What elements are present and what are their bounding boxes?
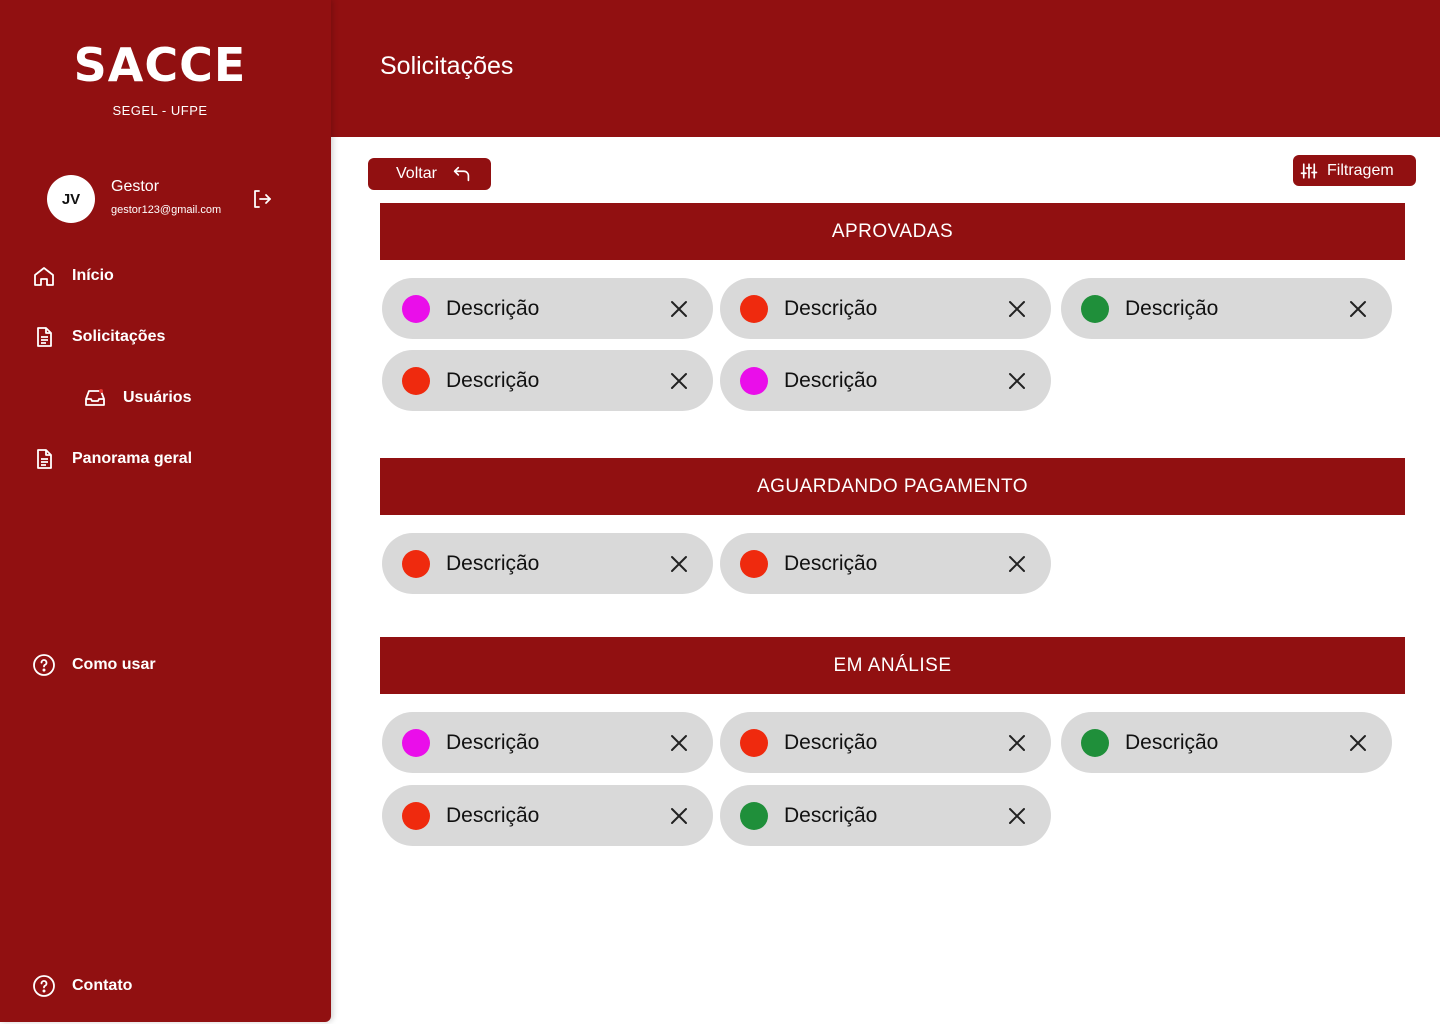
request-item[interactable]: Descrição [382,533,713,594]
status-dot [740,294,768,323]
request-description: Descrição [784,551,878,575]
request-description: Descrição [446,368,540,392]
close-icon[interactable] [1348,733,1368,753]
request-description: Descrição [784,368,878,392]
close-icon[interactable] [1007,371,1027,391]
sidebar-item-como-usar[interactable]: Como usar [32,653,156,677]
request-description: Descrição [446,551,540,575]
status-dot [740,728,768,757]
request-description: Descrição [784,296,878,320]
status-dot [1081,728,1109,757]
sidebar-item-contato[interactable]: Contato [32,974,132,998]
section-header-em-analise: EM ANÁLISE [380,637,1405,694]
status-dot [402,294,430,323]
close-icon[interactable] [669,733,689,753]
close-icon[interactable] [1007,299,1027,319]
document-icon [37,449,52,469]
status-dot [402,801,430,830]
inbox-icon [85,389,105,406]
request-description: Descrição [446,803,540,827]
sliders-icon [1300,162,1318,179]
request-item[interactable]: Descrição [382,350,713,411]
return-arrow-icon [453,166,470,182]
page-title: Solicitações [380,52,514,80]
sidebar-item-usuarios[interactable]: Usuários [83,386,191,410]
app-subtitle: SEGEL - UFPE [112,103,208,118]
status-dot [402,549,430,578]
back-button-label: Voltar [396,165,437,182]
close-icon[interactable] [669,371,689,391]
request-item[interactable]: Descrição [1061,712,1392,773]
status-dot [740,549,768,578]
close-icon[interactable] [1348,299,1368,319]
request-item[interactable]: Descrição [720,350,1051,411]
sidebar-item-label: Usuários [123,389,192,406]
close-icon[interactable] [669,806,689,826]
status-dot [402,728,430,757]
status-dot [740,366,768,395]
request-description: Descrição [446,730,540,754]
request-item[interactable]: Descrição [720,785,1051,846]
section-header-aprovadas: APROVADAS [380,203,1405,260]
request-item[interactable]: Descrição [1061,278,1392,339]
sidebar: SACCE SEGEL - UFPE JV Gestor gestor123@g… [0,0,331,1022]
request-item[interactable]: Descrição [382,278,713,339]
request-item[interactable]: Descrição [382,712,713,773]
request-description: Descrição [1125,296,1219,320]
close-icon[interactable] [1007,733,1027,753]
sidebar-item-label: Panorama geral [72,450,193,467]
request-item[interactable]: Descrição [382,785,713,846]
logout-icon[interactable] [250,187,274,211]
sidebar-item-solicitacoes[interactable]: Solicitações [32,325,165,349]
request-description: Descrição [784,730,878,754]
home-icon [34,267,54,286]
close-icon[interactable] [1007,806,1027,826]
status-dot [740,801,768,830]
close-icon[interactable] [1007,554,1027,574]
sidebar-item-label: Contato [72,977,133,994]
status-dot [1081,294,1109,323]
request-item[interactable]: Descrição [720,712,1051,773]
app-logo: SACCE [73,38,247,92]
close-icon[interactable] [669,299,689,319]
section-header-aguardando-pagamento: AGUARDANDO PAGAMENTO [380,458,1405,515]
request-description: Descrição [1125,730,1219,754]
user-role: Gestor [111,178,160,195]
filter-button[interactable]: Filtragem [1293,155,1416,186]
help-icon [33,654,55,676]
request-description: Descrição [446,296,540,320]
request-item[interactable]: Descrição [720,533,1051,594]
sidebar-item-panorama[interactable]: Panorama geral [32,447,192,471]
request-description: Descrição [784,803,878,827]
document-icon [37,327,52,347]
sidebar-item-label: Início [72,267,114,284]
back-button[interactable]: Voltar [368,158,491,190]
sidebar-item-label: Como usar [72,656,156,673]
sidebar-item-inicio[interactable]: Início [32,264,114,288]
status-dot [402,366,430,395]
request-item[interactable]: Descrição [720,278,1051,339]
close-icon[interactable] [669,554,689,574]
help-icon [33,975,55,997]
sidebar-item-label: Solicitações [72,328,166,345]
user-email: gestor123@gmail.com [111,204,222,216]
avatar: JV [47,175,95,223]
filter-button-label: Filtragem [1327,161,1394,179]
